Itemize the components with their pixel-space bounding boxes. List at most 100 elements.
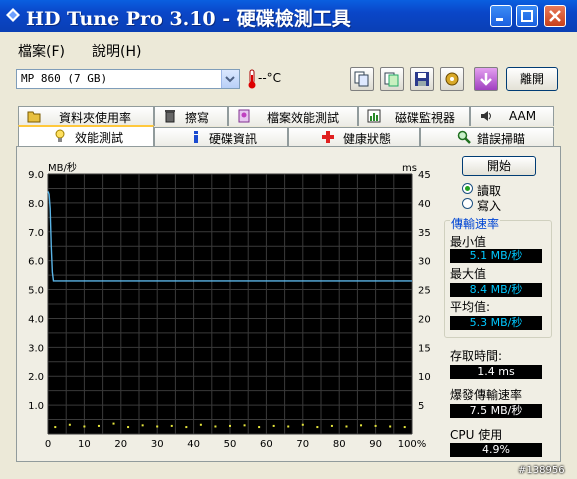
tab-benchmark-label: 效能測試 bbox=[75, 131, 124, 145]
x-tick-label: 60 bbox=[260, 439, 273, 450]
info-icon bbox=[194, 131, 198, 143]
access-time-point bbox=[345, 425, 348, 428]
tab-health-label: 健康狀態 bbox=[343, 132, 392, 146]
tab-aam-label: AAM bbox=[509, 109, 537, 123]
burst-rate-label: 爆發傳輸速率 bbox=[450, 388, 523, 402]
x-tick-label: 10 bbox=[78, 439, 91, 450]
disk-monitor-icon bbox=[367, 109, 381, 123]
menu-help[interactable]: 說明(H) bbox=[92, 41, 141, 61]
y-right-tick-label: 5 bbox=[418, 401, 424, 412]
tab-aam[interactable]: AAM bbox=[470, 106, 554, 126]
temperature-display: --°C bbox=[246, 68, 286, 90]
max-label: 最大值 bbox=[450, 267, 487, 281]
dropdown-arrow[interactable] bbox=[221, 70, 239, 88]
max-value: 8.4 MB/秒 bbox=[450, 283, 542, 297]
copy-info-button[interactable] bbox=[350, 67, 374, 91]
write-radio-label: 寫入 bbox=[477, 199, 502, 213]
access-time-point bbox=[141, 424, 144, 427]
x-tick-label: 90 bbox=[369, 439, 382, 450]
y-right-tick-label: 35 bbox=[418, 228, 431, 239]
access-time-point bbox=[54, 426, 57, 429]
tab-folder-usage[interactable]: 資料夾使用率 bbox=[18, 106, 154, 126]
access-time-point bbox=[258, 426, 261, 429]
chart-svg: 9.0 8.0 7.0 6.0 5.0 4.0 3.0 2.0 1.0 45 40 35 30 25 20 1… bbox=[28, 161, 431, 450]
drive-select[interactable]: MP 860 (7 GB) bbox=[16, 69, 240, 89]
download-button[interactable] bbox=[474, 67, 498, 91]
x-tick-label: 20 bbox=[114, 439, 127, 450]
tab-erase-label: 擦寫 bbox=[185, 111, 210, 125]
tab-error-scan[interactable]: 錯誤掃瞄 bbox=[420, 127, 554, 147]
access-time-value: 1.4 ms bbox=[450, 365, 542, 379]
access-time-point bbox=[316, 426, 319, 429]
watermark-id: #138956 bbox=[518, 465, 565, 476]
start-button[interactable]: 開始 bbox=[462, 156, 536, 176]
tab-error-scan-label: 錯誤掃瞄 bbox=[477, 132, 526, 146]
access-time-point bbox=[374, 424, 377, 427]
benchmark-chart: 9.0 8.0 7.0 6.0 5.0 4.0 3.0 2.0 1.0 45 40 35 30 25 20 1… bbox=[20, 160, 440, 455]
drive-select-value: MP 860 (7 GB) bbox=[21, 72, 108, 85]
exit-button[interactable]: 離開 bbox=[506, 67, 558, 91]
tab-disk-monitor-label: 磁碟監視器 bbox=[395, 111, 456, 125]
access-time-point bbox=[389, 425, 392, 428]
y-left-tick-label: 5.0 bbox=[28, 286, 44, 297]
tab-drive-info-label: 硬碟資訊 bbox=[209, 132, 258, 146]
menu-file[interactable]: 檔案(F) bbox=[18, 41, 65, 61]
access-time-point bbox=[214, 425, 217, 428]
access-time-point bbox=[199, 423, 202, 426]
transfer-rate-title: 傳輸速率 bbox=[450, 215, 501, 232]
access-time-point bbox=[243, 424, 246, 427]
speaker-icon bbox=[481, 111, 491, 121]
tab-drive-info[interactable]: 硬碟資訊 bbox=[154, 127, 288, 147]
window-title: HD Tune Pro 3.10 - 硬碟檢測工具 bbox=[26, 8, 351, 30]
minimize-button[interactable] bbox=[490, 5, 512, 27]
y-right-tick-label: 30 bbox=[418, 257, 431, 268]
options-button[interactable] bbox=[440, 67, 464, 91]
y-left-tick-label: 4.0 bbox=[28, 314, 44, 325]
tab-benchmark[interactable]: 效能測試 bbox=[18, 125, 154, 147]
cpu-usage-value: 4.9% bbox=[450, 443, 542, 457]
write-radio[interactable]: 寫入 bbox=[462, 197, 532, 213]
save-button[interactable] bbox=[410, 67, 434, 91]
trash-icon bbox=[165, 110, 175, 123]
access-time-point bbox=[156, 425, 159, 428]
y-left-tick-label: 2.0 bbox=[28, 372, 44, 383]
tab-file-benchmark-label: 檔案效能測試 bbox=[267, 111, 340, 125]
read-radio[interactable]: 讀取 bbox=[462, 182, 532, 198]
access-time-point bbox=[301, 423, 304, 426]
tab-erase[interactable]: 擦寫 bbox=[154, 106, 228, 126]
y-left-tick-label: 9.0 bbox=[28, 170, 44, 181]
y-left-tick-label: 7.0 bbox=[28, 228, 44, 239]
health-cross-icon bbox=[322, 131, 334, 143]
y-left-tick-label: 6.0 bbox=[28, 257, 44, 268]
clipboard-icon bbox=[384, 72, 399, 87]
access-time-point bbox=[170, 424, 173, 427]
folder-icon bbox=[27, 111, 41, 123]
y-right-tick-label: 40 bbox=[418, 199, 431, 210]
write-radio-dot[interactable] bbox=[462, 198, 473, 209]
app-icon bbox=[6, 8, 20, 22]
tab-file-benchmark[interactable]: 檔案效能測試 bbox=[228, 106, 358, 126]
y-left-axis-label: MB/秒 bbox=[48, 161, 77, 174]
maximize-button[interactable] bbox=[516, 5, 538, 27]
tab-folder-usage-label: 資料夾使用率 bbox=[59, 111, 132, 125]
lightbulb-icon bbox=[55, 129, 65, 142]
x-tick-label: 30 bbox=[151, 439, 164, 450]
y-right-axis-label: ms bbox=[402, 163, 417, 174]
tab-health[interactable]: 健康狀態 bbox=[288, 127, 420, 147]
access-time-point bbox=[403, 426, 406, 429]
close-button[interactable] bbox=[544, 5, 566, 27]
access-time-point bbox=[360, 424, 363, 427]
access-time-point bbox=[83, 425, 86, 428]
y-right-tick-label: 20 bbox=[418, 314, 431, 325]
tab-disk-monitor[interactable]: 磁碟監視器 bbox=[358, 106, 470, 126]
down-arrow-icon bbox=[480, 73, 492, 86]
x-tick-label: 50 bbox=[224, 439, 237, 450]
copy-screenshot-button[interactable] bbox=[380, 67, 404, 91]
read-radio-dot[interactable] bbox=[462, 183, 473, 194]
temperature-value: --°C bbox=[258, 71, 282, 85]
x-tick-label: 100% bbox=[398, 439, 427, 450]
x-tick-label: 40 bbox=[187, 439, 200, 450]
chevron-down-icon bbox=[225, 76, 235, 83]
file-benchmark-icon bbox=[238, 109, 250, 123]
y-left-tick-label: 3.0 bbox=[28, 343, 44, 354]
